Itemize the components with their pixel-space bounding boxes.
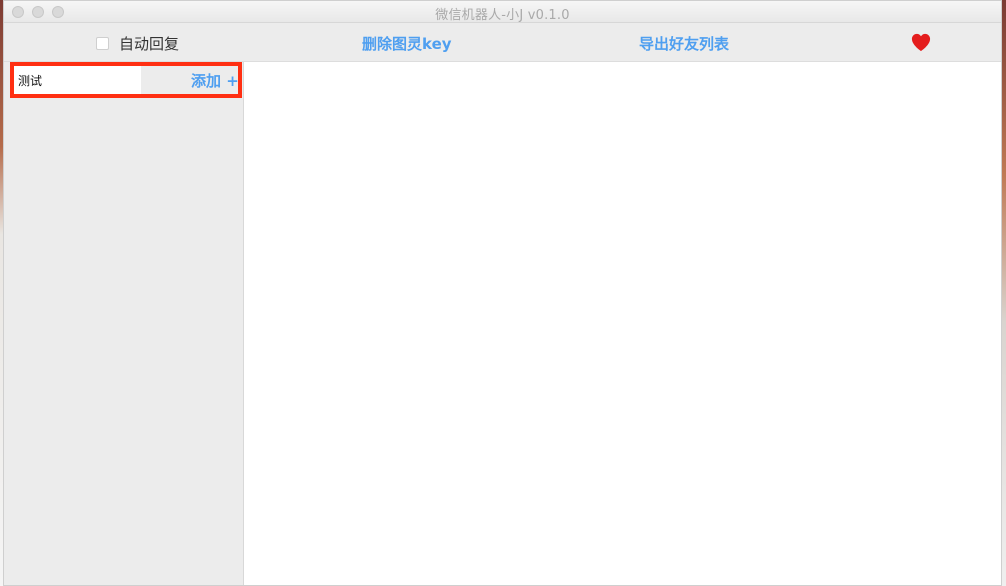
export-friend-list-button[interactable]: 导出好友列表 <box>639 33 729 54</box>
auto-reply-label: 自动回复 <box>119 35 180 53</box>
app-window: 微信机器人-小J v0.1.0 自动回复 删除图灵key 导出好友列表 添加 + <box>3 0 1002 586</box>
auto-reply-checkbox[interactable] <box>96 37 109 50</box>
main-content-area <box>244 62 1001 585</box>
desktop-background-right <box>1002 0 1006 586</box>
titlebar: 微信机器人-小J v0.1.0 <box>4 1 1001 23</box>
keyword-sidebar: 添加 + <box>4 62 244 585</box>
window-title: 微信机器人-小J v0.1.0 <box>435 8 570 23</box>
delete-turing-key-button[interactable]: 删除图灵key <box>362 33 452 54</box>
heart-icon[interactable] <box>910 32 932 52</box>
toolbar: 自动回复 删除图灵key 导出好友列表 <box>4 23 1001 62</box>
add-keyword-bar: 添加 + <box>10 62 242 98</box>
add-keyword-button[interactable]: 添加 + <box>191 70 239 91</box>
keyword-input[interactable] <box>14 66 141 94</box>
auto-reply-checkbox-group[interactable]: 自动回复 <box>96 33 179 54</box>
